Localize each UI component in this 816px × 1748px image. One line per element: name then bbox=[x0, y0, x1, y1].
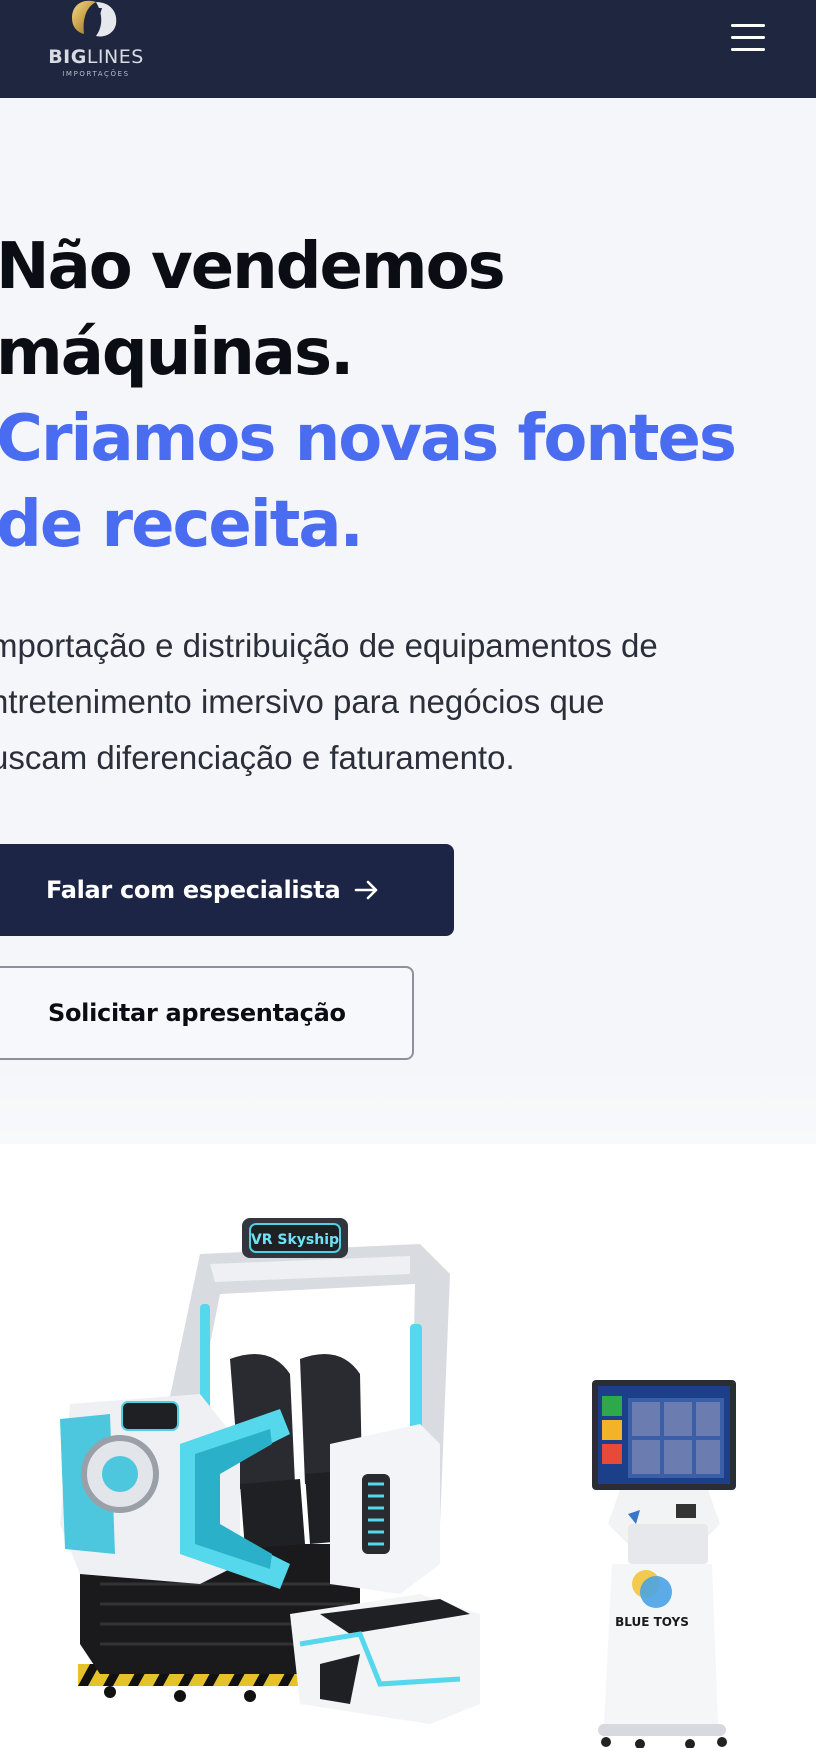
vr-skyship-sign-text: VR Skyship bbox=[251, 1232, 339, 1248]
vr-simulator-image: VR Skyship bbox=[60, 1218, 480, 1724]
highlight-line-2: de receita. bbox=[0, 488, 364, 562]
arrow-right-icon bbox=[354, 880, 378, 900]
game-kiosk-image: BLUE TOYS bbox=[592, 1380, 736, 1748]
logo-wordmark: BIGLINES bbox=[48, 46, 144, 68]
highlight-line-1: Criamos novas fontes bbox=[0, 402, 737, 476]
site-header: BIGLINES IMPORTAÇÕES bbox=[0, 0, 816, 98]
logo-mark-icon bbox=[72, 0, 117, 37]
request-presentation-button[interactable]: Solicitar apresentação bbox=[0, 966, 414, 1060]
blue-toys-brand-text: BLUE TOYS bbox=[615, 1615, 689, 1629]
biglines-logo[interactable]: BIGLINES IMPORTAÇÕES bbox=[38, 0, 154, 84]
talk-to-specialist-button[interactable]: Falar com especialista bbox=[0, 844, 454, 936]
headline-line-2: máquinas. bbox=[0, 316, 354, 390]
menu-button[interactable] bbox=[728, 20, 768, 56]
logo-subtitle: IMPORTAÇÕES bbox=[62, 70, 130, 78]
headline-line-1: Não vendemos bbox=[0, 230, 506, 304]
products-illustration: VR Skyship BLUE TOYS bbox=[60, 1218, 736, 1748]
secondary-button-label: Solicitar apresentação bbox=[48, 999, 346, 1027]
primary-button-label: Falar com especialista bbox=[46, 876, 341, 904]
products-showcase: VR Skyship BLUE TOYS bbox=[0, 1144, 816, 1748]
hamburger-menu-icon bbox=[731, 24, 765, 27]
hero-description: mportação e distribuição de equipamentos… bbox=[0, 627, 658, 776]
hero-section: Não vendemos máquinas. Criamos novas fon… bbox=[0, 98, 816, 1144]
hero-headline: Não vendemos máquinas. Criamos novas fon… bbox=[0, 224, 806, 568]
